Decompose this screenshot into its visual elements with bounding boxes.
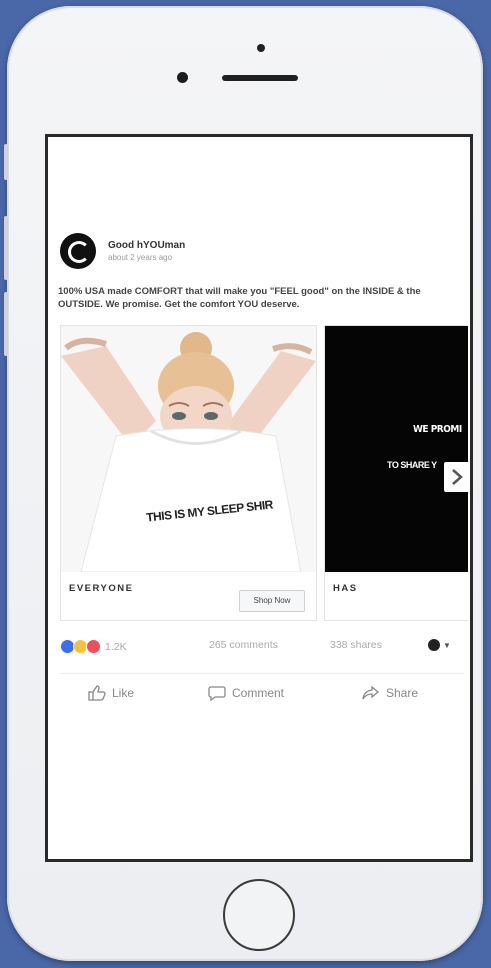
card-2-overlay-line-2: TO SHARE Y [387,460,437,470]
side-button-left-mid [4,216,8,280]
comments-count[interactable]: 265 comments [209,639,278,651]
post-stats: 1.2K 265 comments 338 shares ▼ [60,639,464,657]
comment-button[interactable]: Comment [208,685,284,701]
page-avatar[interactable] [60,233,96,269]
share-button[interactable]: Share [362,685,418,701]
shop-now-button[interactable]: Shop Now [239,590,305,612]
viewer-avatar-icon [428,639,440,651]
carousel-card-2-image[interactable]: WE PROMI TO SHARE Y [325,326,468,572]
like-button[interactable]: Like [88,685,134,701]
shares-count[interactable]: 338 shares [330,639,382,651]
chevron-right-icon [452,469,463,485]
carousel-card-2-label: HAS [333,583,358,594]
page-meta: Good hYOUman about 2 years ago [108,240,185,262]
page-name[interactable]: Good hYOUman [108,240,185,251]
carousel-card-1-image[interactable]: THIS IS MY SLEEP SHIR [61,326,316,572]
comment-label: Comment [232,686,285,700]
carousel-card-1-label: EVERYONE [69,583,134,594]
card-2-overlay-line-1: WE PROMI [413,424,462,435]
carousel-next-button[interactable] [444,462,470,492]
post-header: Good hYOUman about 2 years ago [60,233,185,269]
sleep-shirt-photo [61,326,316,572]
camera-icon [257,44,265,52]
phone-screen: Good hYOUman about 2 years ago 100% USA … [45,134,473,862]
share-label: Share [386,686,419,700]
phone-frame: Good hYOUman about 2 years ago 100% USA … [4,6,483,961]
speaker-grille [222,75,298,81]
viewer-selector[interactable]: ▼ [428,639,451,651]
post-text: 100% USA made COMFORT that will make you… [58,286,421,310]
side-button-left-top [4,144,8,180]
post-actions-bar: Like Comment Share [60,673,464,714]
share-arrow-icon [362,685,380,700]
like-label: Like [112,686,135,700]
comment-icon [208,686,226,701]
thumbs-up-icon [88,685,106,701]
home-button[interactable] [223,879,295,951]
side-button-left-bottom [4,292,8,356]
reaction-count: 1.2K [105,640,127,653]
reactions-summary[interactable]: 1.2K [60,639,127,654]
front-sensor-icon [177,72,188,83]
post-timestamp[interactable]: about 2 years ago [108,253,185,262]
ad-carousel[interactable]: THIS IS MY SLEEP SHIR EVERYONE Shop Now … [60,325,468,625]
love-reaction-icon [86,639,101,654]
carousel-card-1[interactable]: THIS IS MY SLEEP SHIR EVERYONE Shop Now [60,325,317,621]
caret-down-icon: ▼ [443,640,451,650]
